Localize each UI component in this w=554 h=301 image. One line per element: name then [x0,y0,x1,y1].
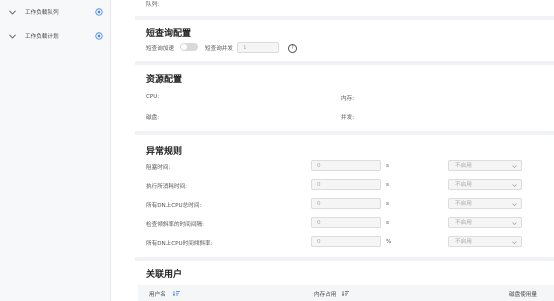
settings-icon[interactable] [95,8,103,16]
column-header-disk-usage[interactable]: 磁盘使用量 [509,290,537,298]
chevron-down-icon [512,222,517,226]
rule-label: 所有DN上CPU总时间: [146,203,202,209]
short-query-concurrency-input[interactable]: 1 [237,42,279,53]
settings-icon[interactable] [95,32,103,40]
rule-unit: s [386,220,389,226]
rule-action-value: 不启用 [455,239,472,245]
rule-unit: s [386,163,389,169]
sort-icon[interactable] [173,290,180,296]
section-title-rules: 异常规则 [146,147,183,157]
resource-cpu-label: CPU: [146,94,160,100]
rule-action-select[interactable]: 不启用 [448,160,522,171]
section-title-users: 关联用户 [146,270,183,280]
rule-label: 所有DN上CPU时间倾斜率: [146,241,213,247]
column-header-memory[interactable]: 内存占用 [314,290,336,298]
rule-action-value: 不启用 [455,182,472,188]
rule-label: 检查倾斜率的时间间隔: [146,222,204,228]
help-icon[interactable]: ? [288,44,297,53]
rule-action-select[interactable]: 不启用 [448,217,522,228]
rule-action-select[interactable]: 不启用 [448,198,522,209]
sidebar-item-workload-queue[interactable]: 工作负载队列 [0,5,110,19]
chevron-down-icon [512,165,517,169]
rule-unit: s [386,182,389,188]
section-divider [135,131,554,135]
resource-disk-label: 磁盘: [146,115,160,121]
chevron-down-icon[interactable] [9,8,17,16]
rule-action-value: 不启用 [455,201,472,207]
chevron-down-icon [512,203,517,207]
resource-concurrency-label: 并发: [341,115,355,121]
rule-label: 阻塞时间: [146,165,171,171]
sidebar: 工作负载队列 工作负载计划 [0,0,111,301]
rule-unit: s [386,201,389,207]
rule-unit: % [386,239,392,245]
toggle-knob [181,44,187,50]
section-divider [135,16,554,20]
chevron-down-icon[interactable] [9,32,17,40]
sort-icon[interactable] [342,290,349,296]
short-query-concurrency-label: 短查询并发 [205,46,233,52]
column-header-username[interactable]: 用户名 [149,290,166,298]
rule-value-input[interactable]: 0 [311,198,381,209]
rule-action-value: 不启用 [455,220,472,226]
main-content: 队列: 短查询配置 短查询加速 短查询并发 1 ? 资源配置 CPU: 内存: … [111,0,554,301]
short-query-accel-toggle[interactable] [180,43,198,51]
section-title-resource: 资源配置 [146,75,183,85]
rule-label: 执行所消耗时间: [146,184,188,190]
section-divider [135,61,554,65]
rule-action-select[interactable]: 不启用 [448,236,522,247]
rule-value-input[interactable]: 0 [311,236,381,247]
rule-value-input[interactable]: 0 [311,179,381,190]
sidebar-item-label: 工作负载队列 [25,10,59,16]
section-title-short-query: 短查询配置 [146,29,192,39]
resource-memory-label: 内存: [341,96,355,102]
rule-action-value: 不启用 [455,163,472,169]
chevron-down-icon [512,184,517,188]
rule-action-select[interactable]: 不启用 [448,179,522,190]
queue-label: 队列: [146,2,160,8]
short-query-accel-label: 短查询加速 [146,46,174,52]
sidebar-item-workload-plan[interactable]: 工作负载计划 [0,29,110,43]
rule-value-input[interactable]: 0 [311,160,381,171]
sidebar-item-label: 工作负载计划 [25,34,59,40]
chevron-down-icon [512,241,517,245]
section-divider [135,257,554,261]
rule-value-input[interactable]: 0 [311,217,381,228]
